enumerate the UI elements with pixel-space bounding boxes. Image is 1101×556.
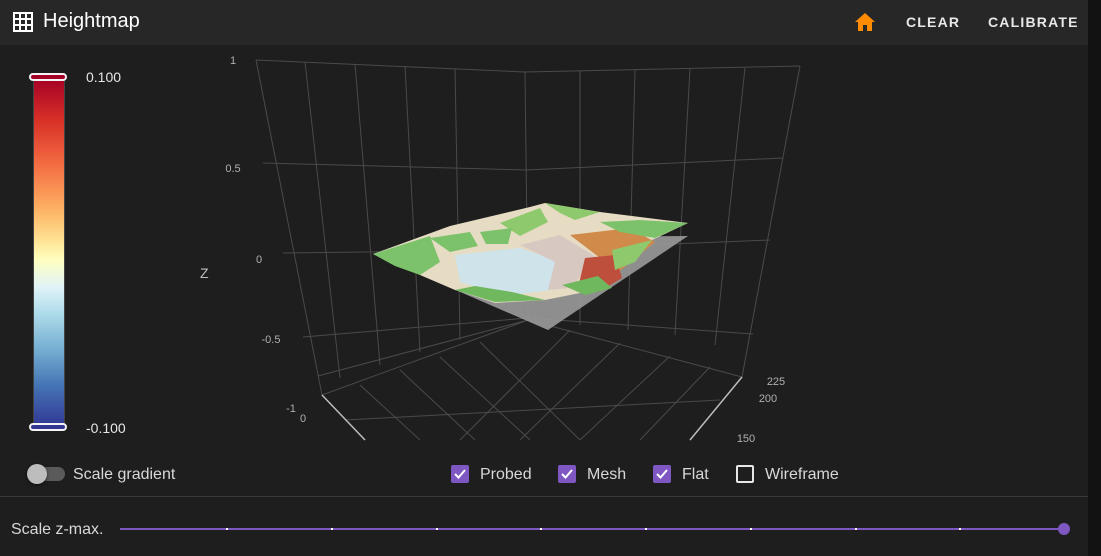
- slider-tick: [645, 528, 647, 530]
- scale-zmax-label: Scale z-max.: [11, 521, 104, 538]
- z-tick-label: 0: [256, 254, 262, 266]
- scale-gradient-toggle-knob[interactable]: [27, 464, 47, 484]
- flat-label: Flat: [682, 466, 709, 483]
- slider-tick: [331, 528, 333, 530]
- scale-zmax-slider-thumb[interactable]: [1058, 523, 1070, 535]
- wireframe-checkbox[interactable]: [736, 465, 754, 483]
- mesh-checkbox[interactable]: [558, 465, 576, 483]
- check-icon: [656, 469, 668, 479]
- slider-tick: [436, 528, 438, 530]
- probed-label: Probed: [480, 466, 532, 483]
- check-icon: [561, 469, 573, 479]
- mesh-surface: [373, 203, 688, 303]
- y-axis-line: [689, 376, 743, 441]
- flat-checkbox[interactable]: [653, 465, 671, 483]
- z-tick-label: 0.5: [225, 163, 240, 175]
- slider-tick: [540, 528, 542, 530]
- mesh-label: Mesh: [587, 466, 627, 483]
- check-icon: [454, 469, 466, 479]
- z-tick-label: -1: [286, 403, 296, 415]
- scale-zmax-slider[interactable]: [120, 528, 1064, 530]
- x-axis-line: [321, 394, 366, 441]
- z-tick-label: -0.5: [262, 334, 281, 346]
- probed-checkbox[interactable]: [451, 465, 469, 483]
- y-tick-label: 225: [767, 376, 785, 388]
- z-tick-label: 1: [230, 55, 236, 67]
- scale-gradient-label: Scale gradient: [73, 466, 176, 483]
- slider-tick: [750, 528, 752, 530]
- divider: [0, 496, 1088, 497]
- x-tick-label: 0: [300, 413, 306, 425]
- z-axis-title: Z: [200, 265, 209, 281]
- y-tick-label: 200: [759, 393, 777, 405]
- wireframe-label: Wireframe: [765, 466, 839, 483]
- slider-tick: [959, 528, 961, 530]
- slider-tick: [855, 528, 857, 530]
- slider-tick: [226, 528, 228, 530]
- y-tick-label: 150: [737, 433, 755, 445]
